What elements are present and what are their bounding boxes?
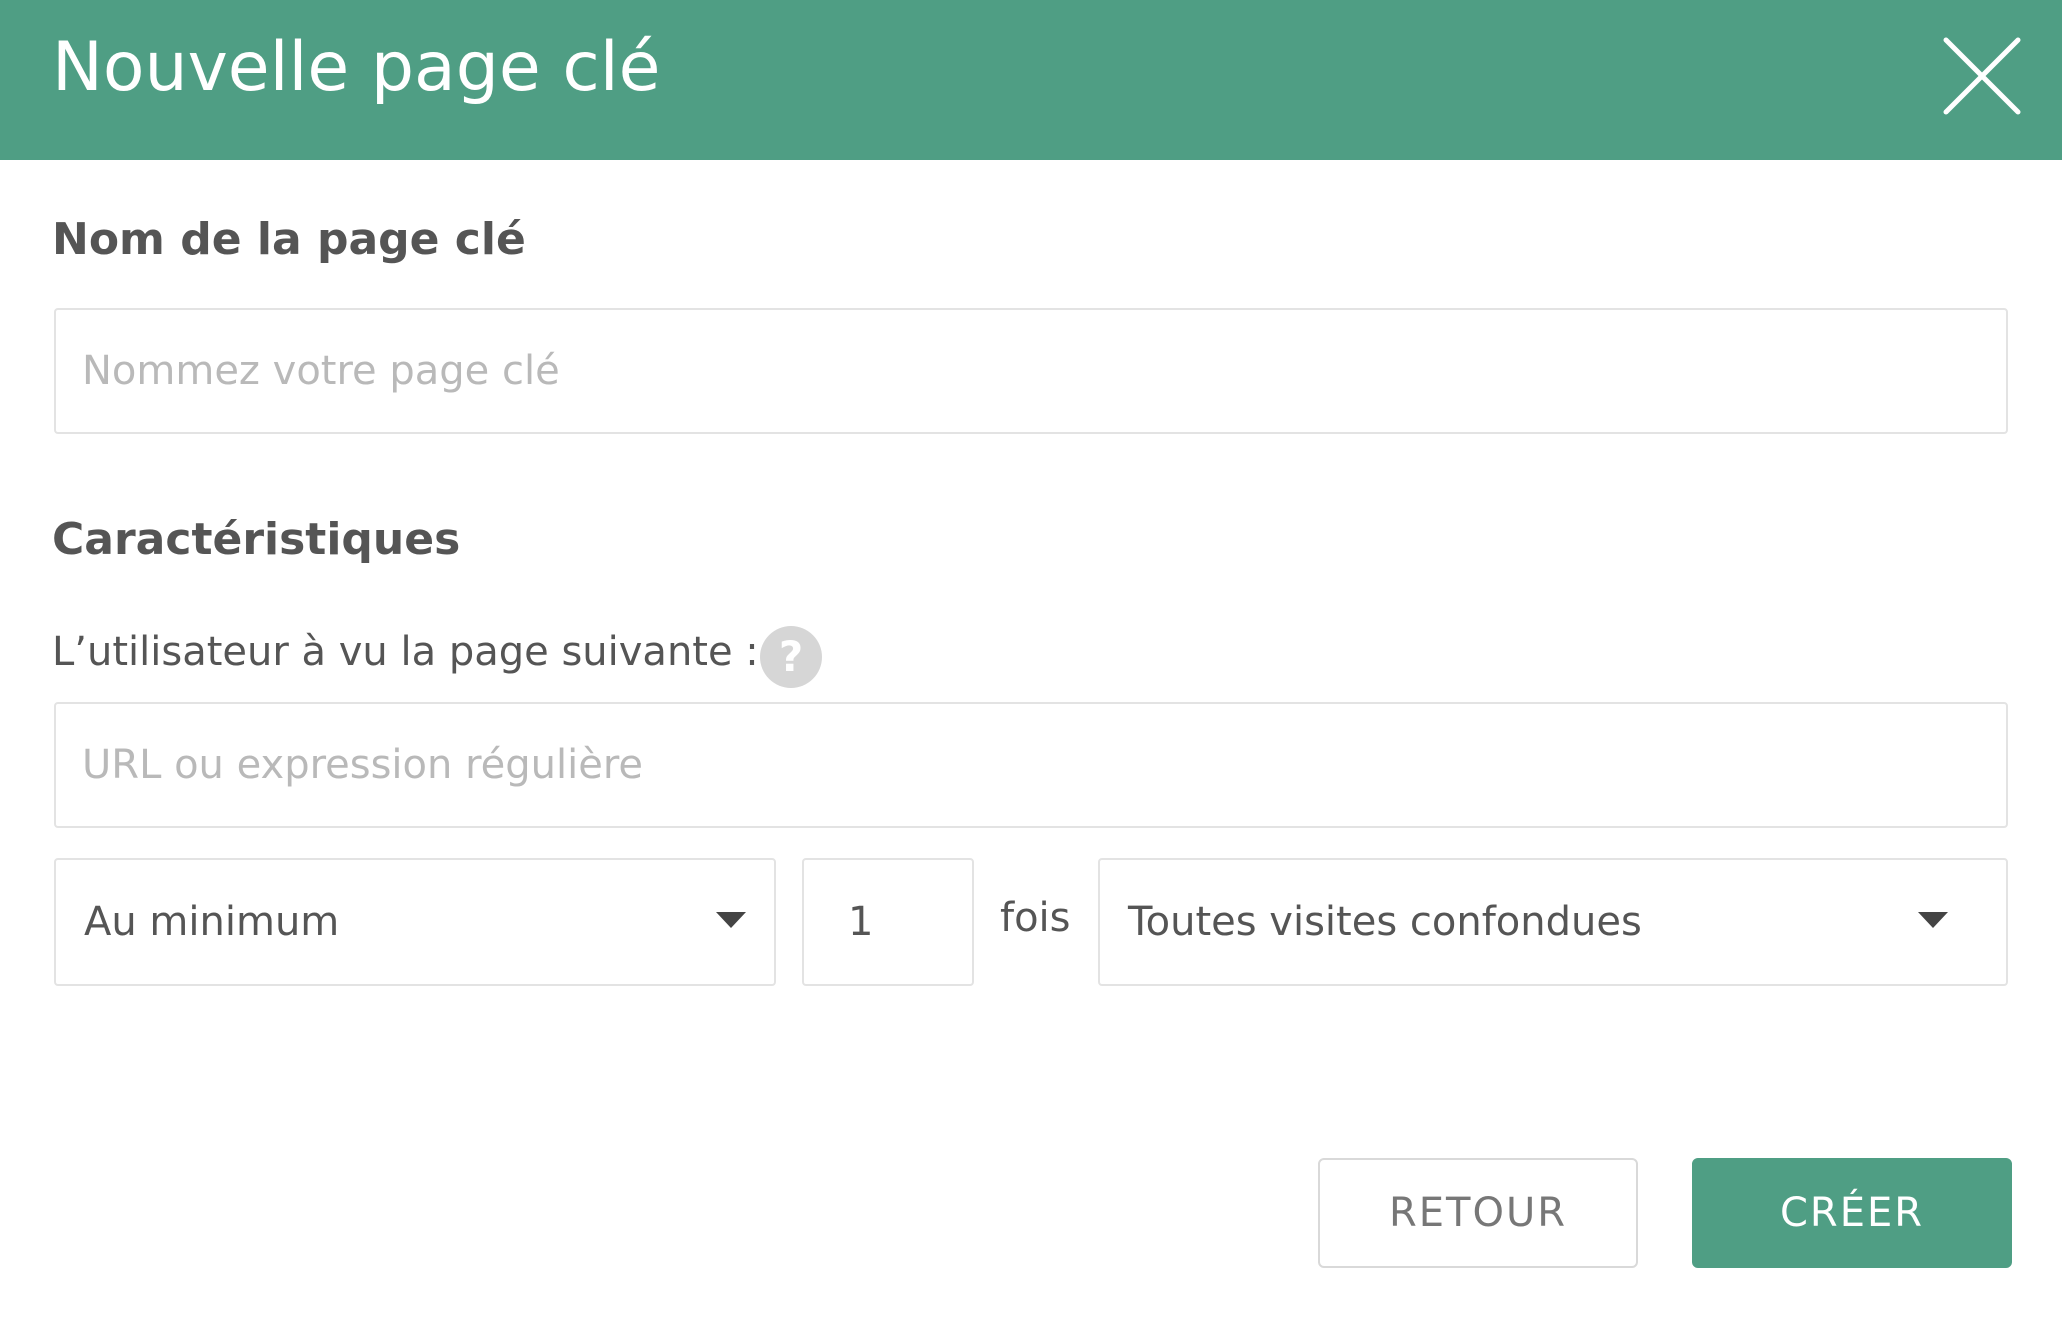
- frequency-select-value: Au minimum: [84, 899, 340, 945]
- close-button[interactable]: [1940, 34, 2024, 118]
- dialog-title: Nouvelle page clé: [52, 28, 661, 107]
- create-button[interactable]: CRÉER: [1692, 1158, 2012, 1268]
- page-viewed-label: L’utilisateur à vu la page suivante :: [52, 629, 759, 675]
- back-button[interactable]: RETOUR: [1318, 1158, 1638, 1268]
- characteristics-title: Caractéristiques: [52, 514, 461, 565]
- help-icon[interactable]: ?: [760, 626, 822, 688]
- count-input[interactable]: [802, 858, 974, 986]
- close-icon: [1943, 37, 2021, 115]
- new-key-page-dialog: Nouvelle page clé Nom de la page clé Car…: [0, 0, 2062, 1318]
- chevron-down-icon: [1918, 912, 1948, 928]
- times-label: fois: [1000, 895, 1071, 941]
- name-section-label: Nom de la page clé: [52, 214, 526, 265]
- dialog-header: Nouvelle page clé: [0, 0, 2062, 160]
- chevron-down-icon: [716, 912, 746, 928]
- visits-select-value: Toutes visites confondues: [1128, 899, 1642, 945]
- frequency-select[interactable]: Au minimum: [54, 858, 776, 986]
- visits-select[interactable]: Toutes visites confondues: [1098, 858, 2008, 986]
- url-input[interactable]: [54, 702, 2008, 828]
- key-page-name-input[interactable]: [54, 308, 2008, 434]
